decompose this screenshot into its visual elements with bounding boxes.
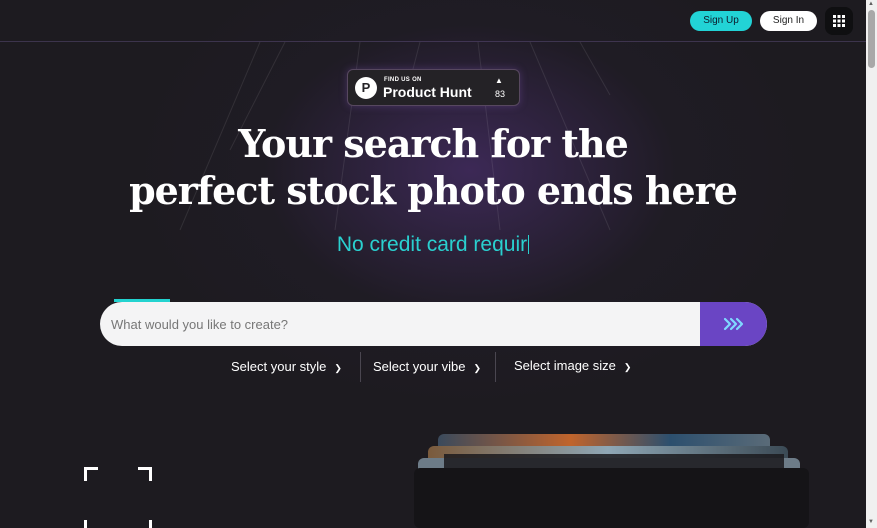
frame-corner-bottom-right: [149, 520, 152, 528]
size-dropdown-label: Select image size: [514, 358, 616, 373]
product-hunt-caption: FIND US ON: [384, 77, 422, 83]
page-scrollbar[interactable]: [866, 0, 877, 528]
scrollbar-thumb[interactable]: [868, 10, 875, 68]
search-input[interactable]: [100, 302, 700, 346]
vibe-dropdown-label: Select your vibe: [373, 359, 466, 374]
product-hunt-name: Product Hunt: [383, 84, 472, 100]
scroll-down-arrow-icon[interactable]: ▼: [868, 519, 874, 525]
sign-up-button[interactable]: Sign Up: [690, 11, 752, 31]
upvote-count: 83: [494, 89, 505, 99]
chevron-down-icon: ❯: [473, 363, 482, 373]
chevrons-right-icon: [723, 317, 743, 331]
tagline-text: No credit card requir: [336, 233, 528, 256]
typing-caret: [528, 235, 530, 254]
product-hunt-badge[interactable]: P FIND US ON Product Hunt ▲ 83: [347, 69, 520, 106]
style-dropdown-label: Select your style: [231, 359, 327, 374]
apps-menu-button[interactable]: [825, 7, 853, 35]
frame-corner-top-right: [138, 467, 152, 481]
filter-divider: [360, 352, 361, 382]
style-dropdown[interactable]: Select your style ❯: [231, 352, 342, 382]
headline-line-1: Your search for the: [238, 121, 629, 166]
size-dropdown[interactable]: Select image size ❯: [514, 351, 631, 381]
chevron-down-icon: ❯: [623, 362, 632, 372]
frame-corner-top-left: [84, 467, 98, 481]
chevron-down-icon: ❯: [334, 363, 342, 373]
top-navigation-bar: Sign Up Sign In: [0, 0, 866, 42]
page-headline: Your search for the perfect stock photo …: [0, 120, 866, 214]
photo-stack-preview: [414, 434, 809, 528]
product-hunt-logo-icon: P: [355, 77, 377, 99]
filter-divider: [495, 352, 496, 382]
sign-in-button[interactable]: Sign In: [760, 11, 817, 31]
grid-icon: [833, 15, 845, 27]
scroll-up-arrow-icon[interactable]: ▲: [868, 1, 874, 7]
upvote-arrow-icon: ▲: [495, 76, 503, 85]
tagline: No credit card requir: [0, 233, 866, 257]
frame-corner-bottom-left: [84, 520, 87, 528]
headline-line-2: perfect stock photo ends here: [129, 168, 738, 213]
filter-dropdowns: Select your style ❯ Select your vibe ❯ Sel…: [0, 352, 866, 382]
search-submit-button[interactable]: [700, 302, 767, 346]
search-bar: [100, 302, 767, 346]
vibe-dropdown[interactable]: Select your vibe ❯: [373, 352, 481, 382]
